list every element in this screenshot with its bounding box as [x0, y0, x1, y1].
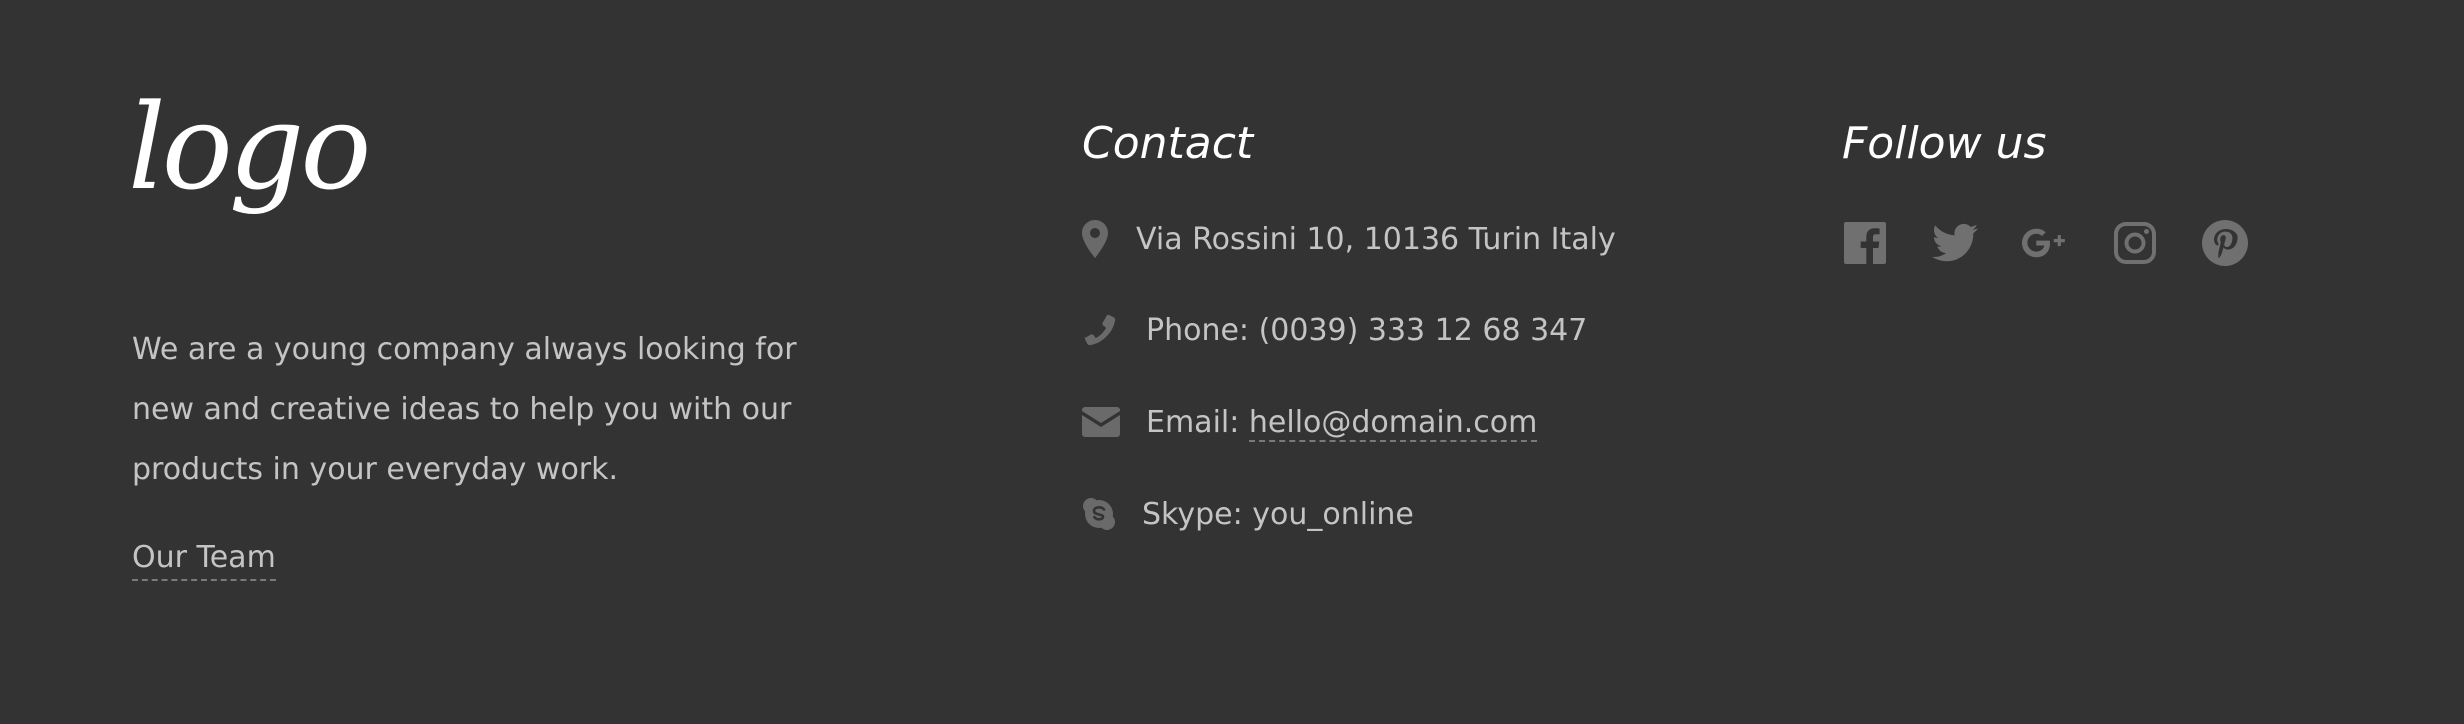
email-label: Email:: [1146, 404, 1249, 440]
our-team-link[interactable]: Our Team: [132, 537, 276, 581]
about-text: We are a young company always looking fo…: [132, 332, 797, 487]
phone-text[interactable]: Phone: (0039) 333 12 68 347: [1146, 313, 1587, 348]
envelope-icon: [1082, 402, 1122, 442]
follow-heading: Follow us: [1842, 118, 2047, 169]
address-text: Via Rossini 10, 10136 Turin Italy: [1136, 221, 1616, 257]
map-pin-icon: [1082, 219, 1122, 259]
facebook-icon[interactable]: [1842, 220, 1888, 266]
contact-address: Via Rossini 10, 10136 Turin Italy: [1082, 215, 1616, 263]
skype-text: Skype: you_online: [1142, 496, 1414, 532]
contact-email: Email: hello@domain.com: [1082, 398, 1538, 446]
skype-icon: [1082, 494, 1122, 534]
twitter-icon[interactable]: [1932, 220, 1978, 266]
pinterest-icon[interactable]: [2202, 220, 2248, 266]
google-plus-icon[interactable]: [2022, 220, 2068, 266]
contact-phone: Phone: (0039) 333 12 68 347: [1082, 306, 1587, 354]
contact-heading: Contact: [1082, 118, 1254, 169]
social-icons: [1842, 220, 2292, 266]
phone-icon: [1082, 310, 1122, 350]
contact-skype: Skype: you_online: [1082, 490, 1414, 538]
instagram-icon[interactable]: [2112, 220, 2158, 266]
logo[interactable]: logo: [128, 88, 371, 206]
email-link[interactable]: hello@domain.com: [1248, 404, 1538, 442]
